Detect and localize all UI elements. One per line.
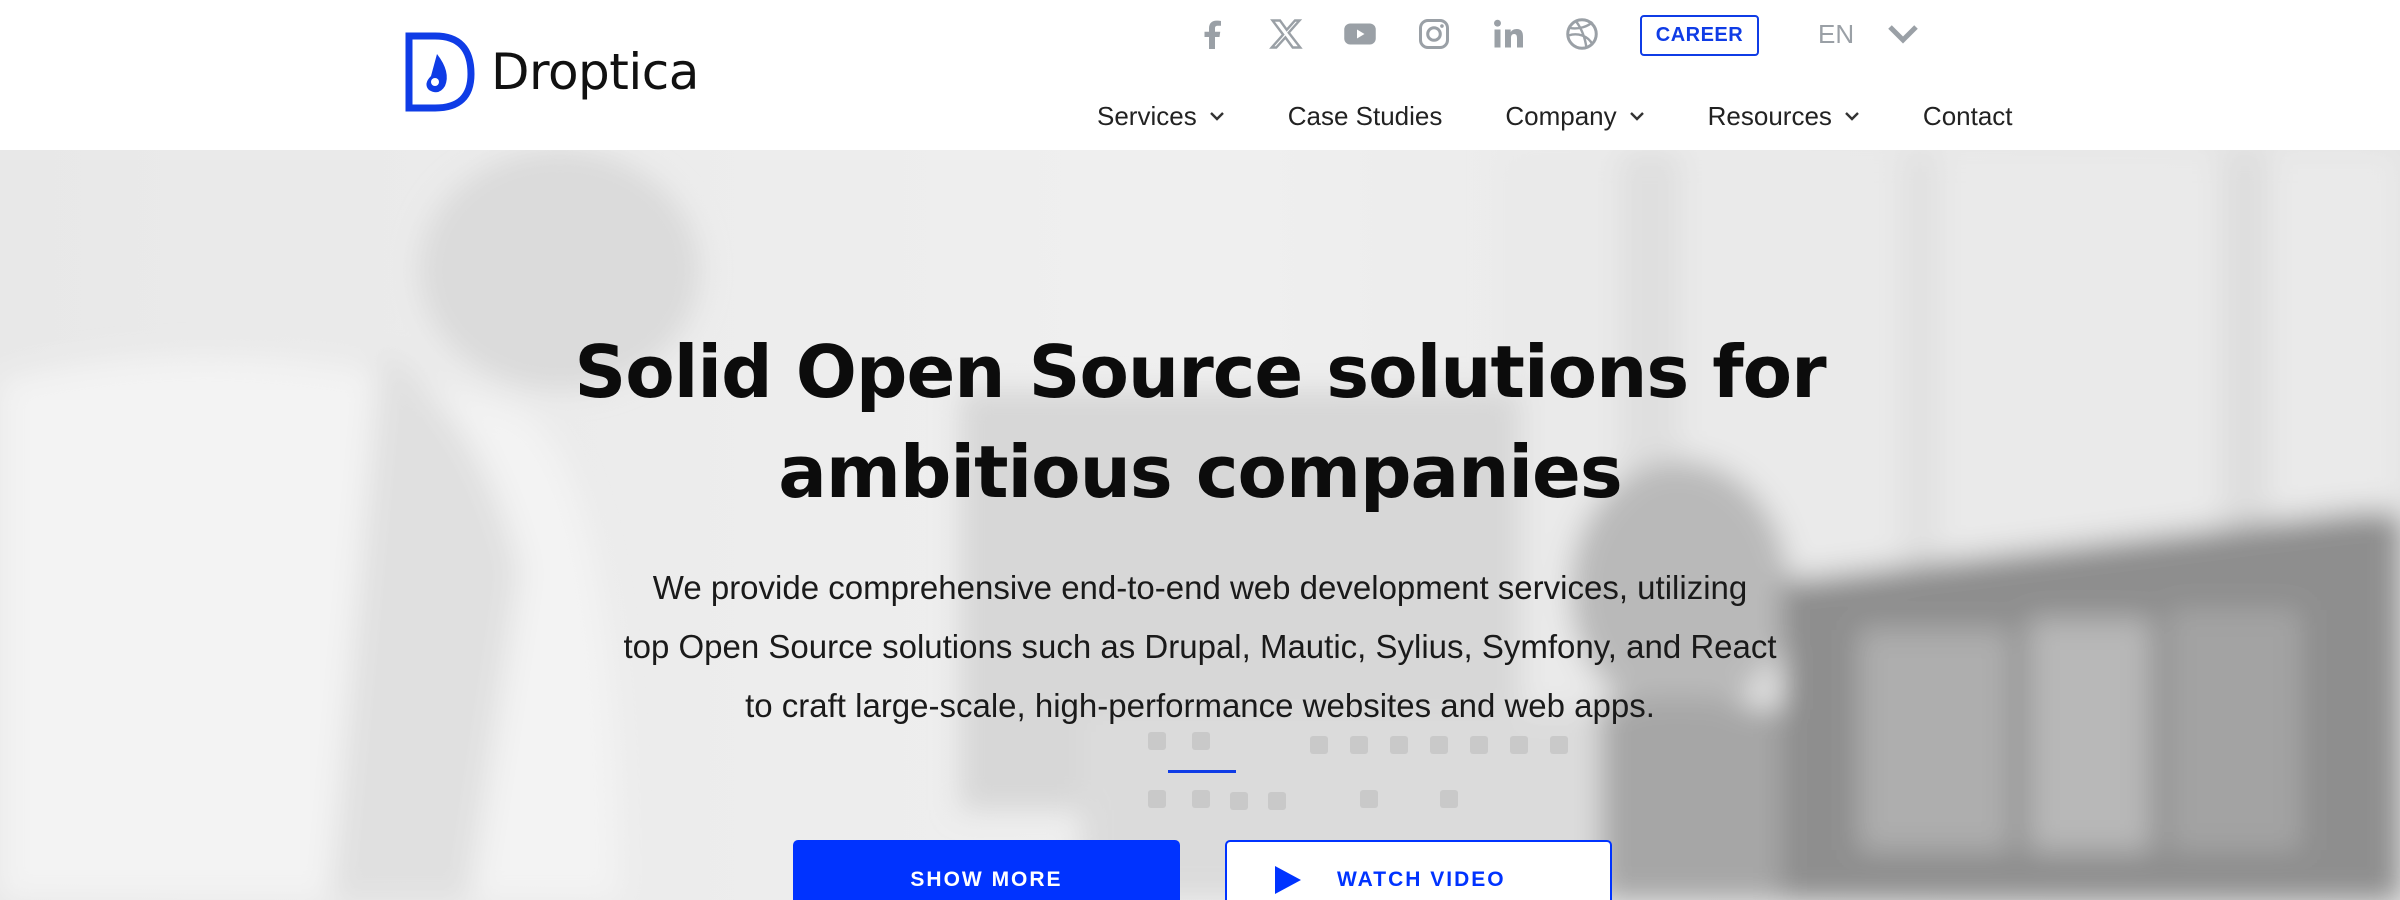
facebook-icon[interactable] [1190,12,1234,56]
hero-subtitle-line: top Open Source solutions such as Drupal… [623,628,1777,665]
nav-item-label: Services [1097,100,1197,131]
hero-section: Solid Open Source solutions for ambitiou… [0,150,2400,900]
hero-title-line: Solid Open Source solutions for [574,330,1826,414]
language-selector[interactable]: EN [1818,14,1920,54]
hero-title-line: ambitious companies [778,430,1622,514]
show-more-label: SHOW MORE [910,868,1063,891]
chevron-down-icon [1888,25,1918,44]
career-button[interactable]: CAREER [1640,15,1759,56]
watch-video-label: WATCH VIDEO [1337,868,1506,891]
linkedin-icon[interactable] [1486,12,1530,56]
hero-subtitle: We provide comprehensive end-to-end web … [560,558,1840,735]
hero-divider [1168,770,1236,773]
show-more-button[interactable]: SHOW MORE [793,840,1180,900]
hero-subtitle-line: We provide comprehensive end-to-end web … [652,569,1748,606]
youtube-icon[interactable] [1338,12,1382,56]
brand-name: Droptica [491,43,699,101]
nav-item-label: Company [1505,100,1617,131]
nav-item-resources[interactable]: Resources [1708,101,1860,132]
nav-item-services[interactable]: Services [1097,101,1225,132]
chevron-down-icon [1845,112,1859,121]
dribbble-icon[interactable] [1560,12,1604,56]
nav-item-label: Resources [1707,100,1832,131]
watch-video-button[interactable]: WATCH VIDEO [1225,840,1612,900]
nav-item-company[interactable]: Company [1505,101,1644,132]
nav-item-case-studies[interactable]: Case Studies [1288,101,1443,132]
nav-item-label: Contact [1922,100,2013,131]
instagram-icon[interactable] [1412,12,1456,56]
droptica-logo-icon [405,32,475,112]
main-nav: Services Case Studies Company Resources … [1097,96,2013,136]
chevron-down-icon [1209,112,1224,121]
hero-title: Solid Open Source solutions for ambitiou… [0,322,2400,522]
chevron-down-icon [1629,112,1644,121]
hero-overlay [0,150,2400,900]
x-twitter-icon[interactable] [1264,12,1308,56]
nav-item-contact[interactable]: Contact [1923,101,2013,132]
hero-subtitle-line: to craft large-scale, high-performance w… [745,687,1655,724]
play-icon [1275,866,1301,894]
brand-logo[interactable]: Droptica [405,30,699,114]
site-header: Droptica CAREER EN Services Case Studies… [0,0,2400,150]
language-label: EN [1818,18,1855,49]
nav-item-label: Case Studies [1287,100,1443,131]
social-links [1190,12,1634,56]
